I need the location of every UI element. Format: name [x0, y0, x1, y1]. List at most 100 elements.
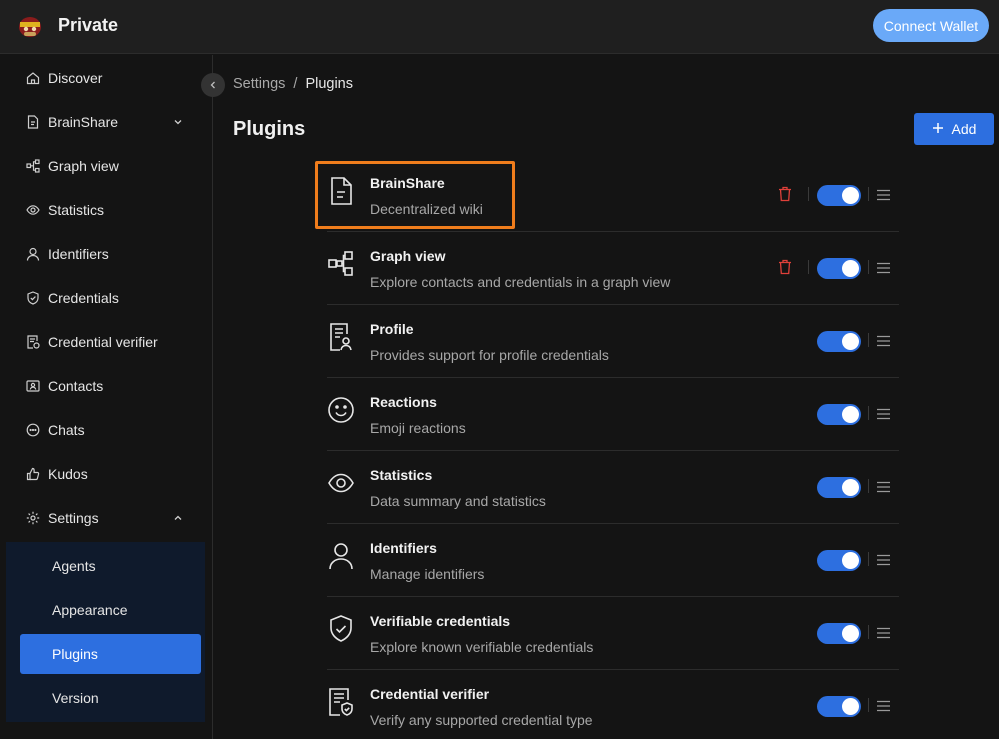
- divider: [868, 698, 869, 712]
- divider: [868, 333, 869, 347]
- plugin-row: Profile Provides support for profile cred…: [327, 305, 899, 378]
- sidebar-item-brainshare[interactable]: BrainShare: [0, 104, 213, 140]
- sidebar-item-label: Settings: [48, 510, 99, 526]
- sidebar-item-agents[interactable]: Agents: [20, 546, 201, 586]
- divider: [868, 187, 869, 201]
- chevron-down-icon[interactable]: [172, 115, 184, 127]
- breadcrumb-current: Plugins: [305, 76, 353, 92]
- document-icon: [327, 176, 355, 206]
- plugin-enable-toggle[interactable]: [817, 404, 861, 425]
- plugin-row: Identifiers Manage identifiers: [327, 524, 899, 597]
- plugin-name: Profile: [370, 321, 414, 337]
- plugin-enable-toggle[interactable]: [817, 331, 861, 352]
- user-icon: [26, 247, 40, 261]
- breadcrumb-separator: /: [293, 76, 298, 92]
- breadcrumb: Settings / Plugins: [233, 76, 353, 92]
- toggle-knob: [842, 552, 859, 569]
- sidebar-item-plugins[interactable]: Plugins: [20, 634, 201, 674]
- plugin-row: Verifiable credentials Explore known veri…: [327, 597, 899, 670]
- trash-icon[interactable]: [778, 186, 792, 202]
- drag-handle-icon[interactable]: [877, 334, 890, 347]
- sidebar-item-credentials[interactable]: Credentials: [0, 280, 213, 316]
- plugin-name: BrainShare: [370, 175, 445, 191]
- divider: [868, 552, 869, 566]
- app-title: Private: [58, 15, 119, 35]
- sidebar: Discover BrainShare Graph view Statistic…: [0, 55, 213, 739]
- plugin-row: Statistics Data summary and statistics: [327, 451, 899, 524]
- sidebar-item-credential-verifier[interactable]: Credential verifier: [0, 324, 213, 360]
- sidebar-item-settings[interactable]: Settings: [0, 500, 213, 536]
- breadcrumb-settings[interactable]: Settings: [233, 76, 285, 92]
- sidebar-item-statistics[interactable]: Statistics: [0, 192, 213, 228]
- add-plugin-button[interactable]: Add: [914, 113, 994, 145]
- drag-handle-icon[interactable]: [877, 626, 890, 639]
- sidebar-item-label: Appearance: [52, 602, 128, 618]
- drag-handle-icon[interactable]: [877, 699, 890, 712]
- plugin-enable-toggle[interactable]: [817, 696, 861, 717]
- divider: [868, 260, 869, 274]
- divider: [868, 479, 869, 493]
- plugin-description: Decentralized wiki: [370, 201, 483, 217]
- plugin-description: Provides support for profile credentials: [370, 347, 609, 363]
- sidebar-item-label: Chats: [48, 422, 85, 438]
- toggle-knob: [842, 479, 859, 496]
- sidebar-item-label: Kudos: [48, 466, 88, 482]
- plugin-description: Data summary and statistics: [370, 493, 546, 509]
- toggle-knob: [842, 406, 859, 423]
- connect-wallet-button[interactable]: Connect Wallet: [873, 9, 989, 42]
- collapse-sidebar-button[interactable]: [201, 73, 225, 97]
- sidebar-item-label: Statistics: [48, 202, 105, 218]
- sidebar-item-chats[interactable]: Chats: [0, 412, 213, 448]
- sidebar-item-label: Credential verifier: [48, 334, 158, 350]
- sidebar-item-graph-view[interactable]: Graph view: [0, 148, 213, 184]
- plugin-description: Explore known verifiable credentials: [370, 639, 594, 655]
- plugin-enable-toggle[interactable]: [817, 185, 861, 206]
- sidebar-item-label: Version: [52, 690, 99, 706]
- drag-handle-icon[interactable]: [877, 188, 890, 201]
- gear-icon: [26, 511, 40, 525]
- toggle-knob: [842, 333, 859, 350]
- add-label: Add: [951, 121, 977, 137]
- file-check-icon: [26, 335, 40, 349]
- logo-icon[interactable]: [18, 14, 42, 38]
- plugin-description: Emoji reactions: [370, 420, 466, 436]
- sidebar-item-discover[interactable]: Discover: [0, 60, 213, 96]
- sidebar-item-kudos[interactable]: Kudos: [0, 456, 213, 492]
- sidebar-item-label: Plugins: [52, 646, 98, 662]
- plugin-name: Identifiers: [370, 540, 437, 556]
- plugin-enable-toggle[interactable]: [817, 550, 861, 571]
- divider: [808, 187, 809, 201]
- eye-icon: [26, 203, 40, 217]
- drag-handle-icon[interactable]: [877, 407, 890, 420]
- plugin-name: Graph view: [370, 248, 446, 264]
- drag-handle-icon[interactable]: [877, 480, 890, 493]
- user-icon: [327, 541, 355, 571]
- sidebar-item-version[interactable]: Version: [20, 678, 201, 718]
- sidebar-item-identifiers[interactable]: Identifiers: [0, 236, 213, 272]
- plugin-row: Graph view Explore contacts and credentia…: [327, 232, 899, 305]
- plugin-name: Credential verifier: [370, 686, 490, 702]
- drag-handle-icon[interactable]: [877, 553, 890, 566]
- plugin-description: Manage identifiers: [370, 566, 485, 582]
- plugin-enable-toggle[interactable]: [817, 623, 861, 644]
- sidebar-item-label: Contacts: [48, 378, 104, 394]
- plugin-row: Reactions Emoji reactions: [327, 378, 899, 451]
- top-bar: Private Connect Wallet: [0, 0, 999, 54]
- sidebar-item-contacts[interactable]: Contacts: [0, 368, 213, 404]
- toggle-knob: [842, 187, 859, 204]
- toggle-knob: [842, 625, 859, 642]
- shield-check-icon: [26, 291, 40, 305]
- sidebar-item-label: Agents: [52, 558, 96, 574]
- sidebar-item-label: Graph view: [48, 158, 119, 174]
- plugin-description: Explore contacts and credentials in a gr…: [370, 274, 671, 290]
- divider: [808, 260, 809, 274]
- plugin-enable-toggle[interactable]: [817, 258, 861, 279]
- plugin-enable-toggle[interactable]: [817, 477, 861, 498]
- document-icon: [26, 115, 40, 129]
- chevron-up-icon[interactable]: [172, 511, 184, 523]
- page-title: Plugins: [233, 118, 306, 140]
- toggle-knob: [842, 698, 859, 715]
- trash-icon[interactable]: [778, 259, 792, 275]
- sidebar-item-appearance[interactable]: Appearance: [20, 590, 201, 630]
- drag-handle-icon[interactable]: [877, 261, 890, 274]
